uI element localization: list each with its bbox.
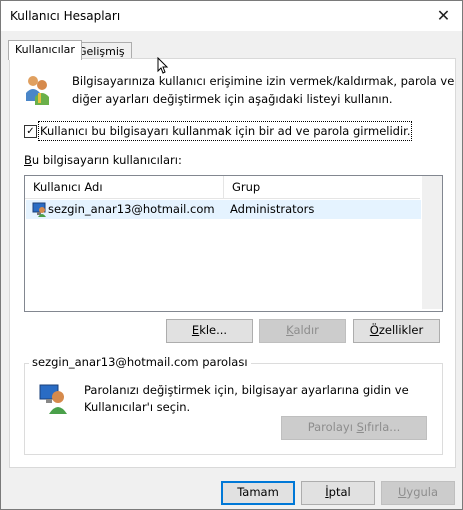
tab-users[interactable]: Kullanıcılar (8, 40, 82, 60)
tab-users-label: Kullanıcılar (15, 43, 75, 56)
row-username: sezgin_anar13@hotmail.com (48, 202, 215, 216)
reset-password-label-prefix: Parolayı (307, 420, 357, 434)
add-button[interactable]: Ekle... (166, 319, 253, 343)
intro-line-1: Bilgisayarınıza kullanıcı erişimine izin… (72, 74, 455, 88)
password-group-title: sezgin_anar13@hotmail.com parolası (29, 353, 251, 371)
mouse-cursor-icon (157, 57, 169, 74)
password-info-line-2: Kullanıcılar'ı seçin. (84, 400, 191, 414)
properties-button[interactable]: Özellikler (353, 319, 440, 343)
remove-button-label: aldır (293, 323, 319, 337)
table-row[interactable]: sezgin_anar13@hotmail.com Administrators (26, 200, 421, 219)
properties-button-mnemonic: Ö (369, 323, 379, 337)
intro-line-2: diğer ayarları değiştirmek için aşağıdak… (72, 92, 393, 106)
column-header-group-label: Grup (232, 180, 261, 194)
apply-button[interactable]: Uygula (381, 481, 455, 505)
column-header-username[interactable]: Kullanıcı Adı (25, 176, 224, 199)
reset-password-mnemonic: S (356, 420, 364, 434)
column-header-group[interactable]: Grup (224, 176, 420, 199)
checkmark-icon: ✓ (26, 126, 35, 137)
require-password-checkbox[interactable]: ✓ (24, 125, 37, 138)
cancel-button-label: ptal (328, 485, 351, 499)
users-table[interactable]: Kullanıcı Adı Grup sezgin_anar13@hotmail… (24, 175, 443, 312)
column-header-username-label: Kullanıcı Adı (33, 180, 103, 194)
table-scrollbar[interactable] (422, 176, 442, 309)
password-info-line-1: Parolanızı değiştirmek için, bilgisayar … (84, 383, 409, 397)
ok-button[interactable]: Tamam (221, 481, 295, 505)
user-badge-icon (39, 384, 67, 414)
reset-password-label-rest: ıfırla... (363, 420, 401, 434)
users-icon (26, 76, 49, 105)
remove-button[interactable]: Kaldır (259, 319, 346, 343)
properties-button-label: zellikler (378, 323, 424, 337)
users-list-label-rest: u bilgisayarın kullanıcıları: (31, 153, 182, 167)
title-bar: Kullanıcı Hesapları ✕ (1, 1, 462, 31)
window-title: Kullanıcı Hesapları (10, 9, 121, 23)
add-button-label: kle... (199, 323, 228, 337)
reset-password-button[interactable]: Parolayı Sıfırla... (281, 416, 427, 440)
close-icon[interactable]: ✕ (425, 1, 462, 31)
user-accounts-dialog: Kullanıcı Hesapları ✕ Kullanıcılar Geliş… (0, 0, 463, 510)
users-list-label: Bu bilgisayarın kullanıcıları: (24, 151, 182, 169)
row-group: Administrators (230, 202, 315, 216)
user-monitor-icon (32, 202, 46, 217)
apply-button-label: ygula (406, 485, 439, 499)
users-list-label-mnemonic: B (24, 153, 32, 167)
tab-advanced-label: Gelişmiş (78, 45, 125, 58)
require-password-label[interactable]: Kullanıcı bu bilgisayarı kullanmak için … (37, 121, 413, 141)
cancel-button[interactable]: İptal (301, 481, 375, 505)
